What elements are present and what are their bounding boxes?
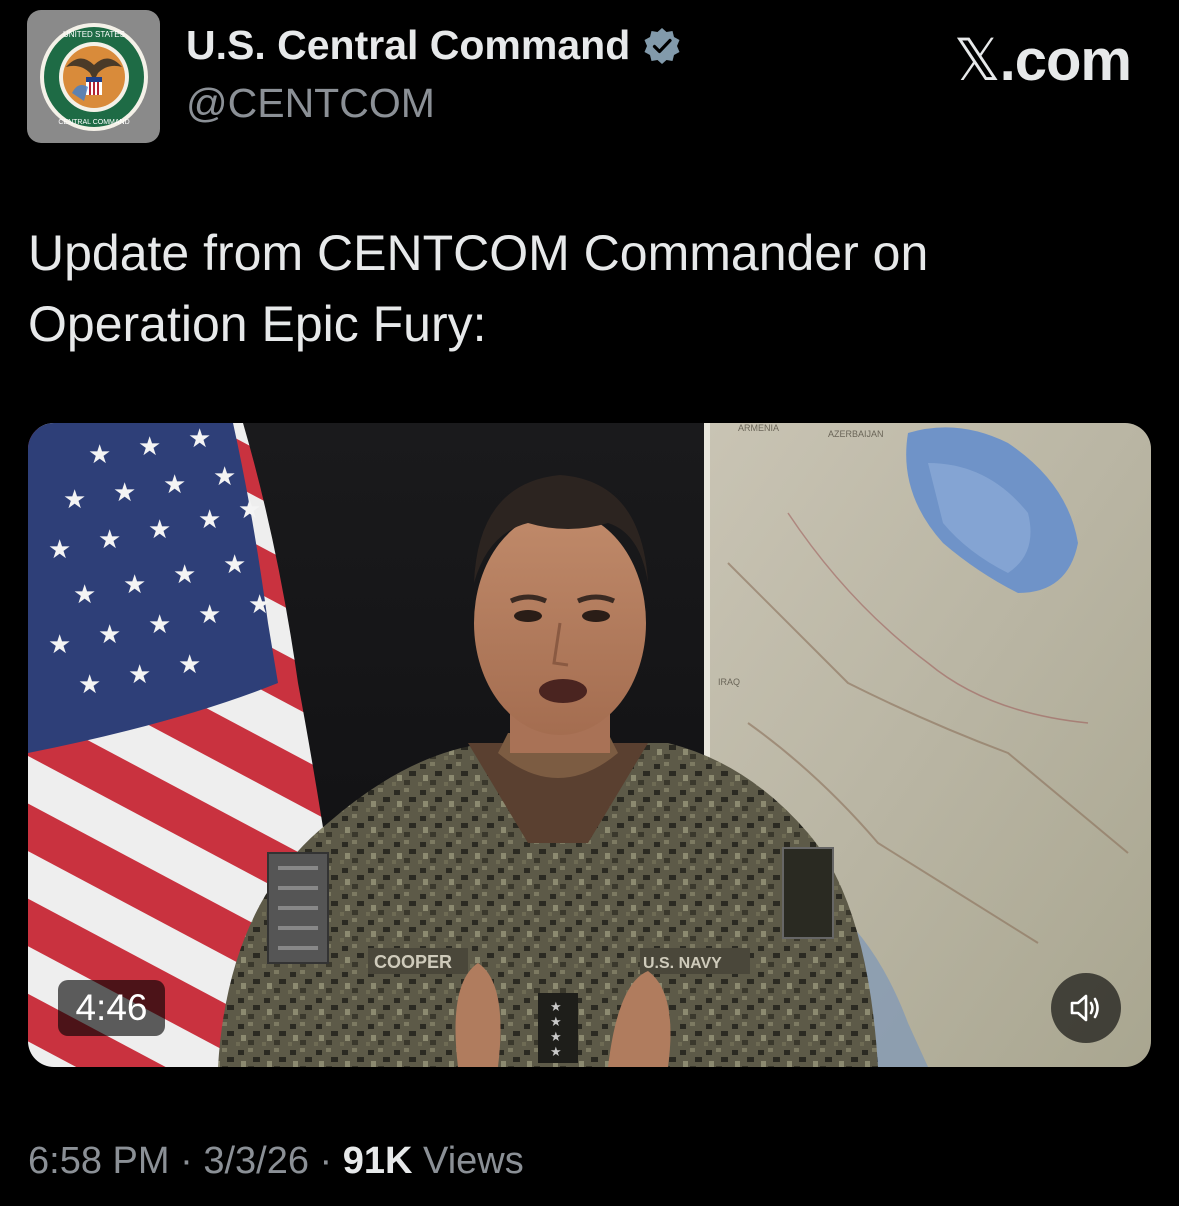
svg-text:★: ★ xyxy=(223,550,246,580)
views-label: Views xyxy=(423,1140,524,1182)
author-display-name[interactable]: U.S. Central Command xyxy=(186,22,630,69)
svg-text:★: ★ xyxy=(78,670,101,700)
svg-text:★: ★ xyxy=(48,630,71,660)
video-frame: ARMENIA AZERBAIJAN IRAQ ★ ★ ★ ★ ★ ★ ★ ★ ★ ★ ★ ★ ★… xyxy=(28,423,1151,1067)
video-duration-badge: 4:46 xyxy=(58,980,165,1036)
branch-tape: U.S. NAVY xyxy=(643,955,722,972)
centcom-seal-icon: UNITED STATES CENTRAL COMMAND xyxy=(39,22,148,131)
svg-text:★: ★ xyxy=(178,650,201,680)
avatar[interactable]: UNITED STATES CENTRAL COMMAND xyxy=(27,10,160,143)
svg-text:★: ★ xyxy=(63,485,86,515)
map-label-armenia: ARMENIA xyxy=(738,423,779,433)
x-com-logo: 𝕏.com xyxy=(953,26,1132,94)
x-logo-icon: 𝕏 xyxy=(953,26,1001,94)
tweet-time[interactable]: 6:58 PM xyxy=(28,1140,170,1182)
meta-separator: · xyxy=(180,1140,193,1182)
svg-text:★: ★ xyxy=(550,1045,562,1060)
svg-text:★: ★ xyxy=(123,570,146,600)
map-label-iraq: IRAQ xyxy=(718,677,740,687)
video-player[interactable]: ARMENIA AZERBAIJAN IRAQ ★ ★ ★ ★ ★ ★ ★ ★ ★ ★ ★ ★ ★… xyxy=(28,423,1151,1067)
name-tape: COOPER xyxy=(374,952,452,972)
svg-text:★: ★ xyxy=(550,1000,562,1015)
svg-text:★: ★ xyxy=(113,478,136,508)
svg-text:★: ★ xyxy=(73,580,96,610)
speaker-icon xyxy=(1070,994,1099,1022)
svg-text:★: ★ xyxy=(98,525,121,555)
volume-button[interactable] xyxy=(1051,973,1121,1043)
svg-text:★: ★ xyxy=(138,432,161,462)
meta-separator: · xyxy=(319,1140,333,1182)
seal-text-top: UNITED STATES xyxy=(63,30,125,39)
svg-text:★: ★ xyxy=(148,610,171,640)
verified-badge-icon xyxy=(644,27,680,64)
views-count[interactable]: 91K xyxy=(343,1140,413,1182)
seal-text-bottom: CENTRAL COMMAND xyxy=(58,119,129,126)
svg-text:★: ★ xyxy=(188,424,211,454)
svg-text:★: ★ xyxy=(550,1030,562,1045)
author-name-row[interactable]: U.S. Central Command xyxy=(186,22,682,69)
svg-text:★: ★ xyxy=(248,590,271,620)
map-label-azerbaijan: AZERBAIJAN xyxy=(828,429,884,439)
tweet-meta: 6:58 PM · 3/3/26 · 91K Views xyxy=(28,1140,524,1183)
svg-text:★: ★ xyxy=(128,660,151,690)
svg-text:★: ★ xyxy=(550,1015,562,1030)
svg-text:★: ★ xyxy=(88,440,111,470)
svg-text:★: ★ xyxy=(48,535,71,565)
svg-text:★: ★ xyxy=(213,462,236,492)
author-handle[interactable]: @CENTCOM xyxy=(186,80,435,127)
tweet-text: Update from CENTCOM Commander on Operati… xyxy=(28,225,929,352)
svg-text:★: ★ xyxy=(198,505,221,535)
tweet-date[interactable]: 3/3/26 xyxy=(203,1140,309,1182)
svg-text:★: ★ xyxy=(98,620,121,650)
svg-text:★: ★ xyxy=(238,495,261,525)
svg-text:★: ★ xyxy=(198,600,221,630)
svg-text:★: ★ xyxy=(173,560,196,590)
brand-suffix: .com xyxy=(999,28,1132,93)
svg-text:★: ★ xyxy=(163,470,186,500)
svg-text:★: ★ xyxy=(148,515,171,545)
tweet-card: UNITED STATES CENTRAL COMMAND U.S. Centr… xyxy=(0,0,1179,1206)
